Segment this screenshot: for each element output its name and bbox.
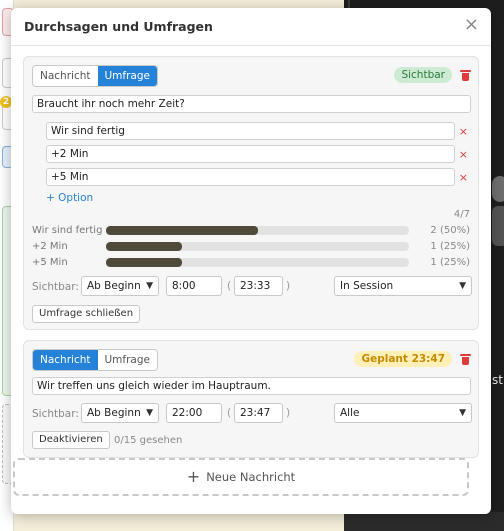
result-bar-fill <box>106 258 182 267</box>
plus-icon: + <box>186 467 201 486</box>
question-input[interactable]: Braucht ihr noch mehr Zeit? <box>32 95 471 113</box>
visibility-label: Sichtbar: <box>32 281 79 293</box>
delete-icon[interactable] <box>460 354 471 365</box>
remove-option-icon[interactable]: × <box>459 149 468 160</box>
vote-count: 4/7 <box>453 209 470 220</box>
chevron-down-icon: ▼ <box>459 408 466 418</box>
new-message-label: Neue Nachricht <box>206 470 296 484</box>
end-time-input[interactable]: 23:33 <box>234 276 283 296</box>
result-value: 2 (50%) <box>430 225 470 236</box>
close-poll-button[interactable]: Umfrage schließen <box>32 305 141 323</box>
result-bar-fill <box>106 226 258 235</box>
modal-title: Durchsagen und Umfragen <box>24 19 213 34</box>
remove-option-icon[interactable]: × <box>459 172 468 183</box>
add-option-link[interactable]: + Option <box>46 192 93 204</box>
visibility-scope-select[interactable]: In Session ▼ <box>334 276 472 296</box>
visibility-start-select[interactable]: Ab Beginn ▼ <box>81 403 159 423</box>
type-toggle: Nachricht Umfrage <box>32 349 158 371</box>
visibility-start-select[interactable]: Ab Beginn ▼ <box>81 276 159 296</box>
result-label: Wir sind fertig <box>32 225 103 236</box>
paren-close: ) <box>286 407 291 419</box>
result-label: +5 Min <box>32 257 68 268</box>
tab-nachricht[interactable]: Nachricht <box>33 66 98 86</box>
seen-count: 0/15 gesehen <box>114 435 183 446</box>
result-bar <box>106 226 409 235</box>
visibility-start-value: Ab Beginn <box>87 407 141 419</box>
modal-header: Durchsagen und Umfragen × <box>11 8 491 46</box>
deactivate-button[interactable]: Deaktivieren <box>32 431 110 449</box>
result-value: 1 (25%) <box>430 257 470 268</box>
start-time-input[interactable]: 8:00 <box>166 276 222 296</box>
chevron-down-icon: ▼ <box>459 281 466 291</box>
close-icon[interactable]: × <box>464 16 479 34</box>
visibility-scope-select[interactable]: Alle ▼ <box>334 403 472 423</box>
visibility-label: Sichtbar: <box>32 408 79 420</box>
result-bar <box>106 258 409 267</box>
type-toggle: Nachricht Umfrage <box>32 65 158 87</box>
visibility-start-value: Ab Beginn <box>87 280 141 292</box>
visibility-scope-value: In Session <box>340 280 394 292</box>
result-value: 1 (25%) <box>430 241 470 252</box>
new-message-button[interactable]: + Neue Nachricht <box>13 458 469 496</box>
tab-nachricht[interactable]: Nachricht <box>33 350 98 370</box>
message-input[interactable]: Wir treffen uns gleich wieder im Hauptra… <box>32 377 471 395</box>
status-badge: Sichtbar <box>394 67 452 83</box>
end-time-input[interactable]: 23:47 <box>234 403 283 423</box>
option-input[interactable]: +5 Min <box>46 168 455 186</box>
result-bar <box>106 242 409 251</box>
visibility-scope-value: Alle <box>340 407 360 419</box>
paren-close: ) <box>286 280 291 292</box>
start-time-input[interactable]: 22:00 <box>166 403 222 423</box>
background-participant-icon <box>492 206 504 246</box>
poll-card: Nachricht Umfrage Sichtbar Braucht ihr n… <box>23 56 479 330</box>
tab-umfrage[interactable]: Umfrage <box>97 66 157 86</box>
option-input[interactable]: +2 Min <box>46 145 455 163</box>
tab-umfrage[interactable]: Umfrage <box>98 350 158 370</box>
paren-open: ( <box>227 280 232 292</box>
announcements-modal: Durchsagen und Umfragen × Nachricht Umfr… <box>11 8 491 514</box>
remove-option-icon[interactable]: × <box>459 126 468 137</box>
delete-icon[interactable] <box>460 70 471 81</box>
chevron-down-icon: ▼ <box>146 408 153 418</box>
background-label: st <box>492 373 503 387</box>
scheduled-badge: Geplant 23:47 <box>354 351 452 367</box>
result-label: +2 Min <box>32 241 68 252</box>
result-bar-fill <box>106 242 182 251</box>
chevron-down-icon: ▼ <box>146 281 153 291</box>
background-footer <box>344 512 504 531</box>
option-input[interactable]: Wir sind fertig <box>46 122 455 140</box>
message-card: Nachricht Umfrage Geplant 23:47 Wir tref… <box>23 340 479 458</box>
paren-open: ( <box>227 407 232 419</box>
background-participant-icon <box>492 176 504 202</box>
